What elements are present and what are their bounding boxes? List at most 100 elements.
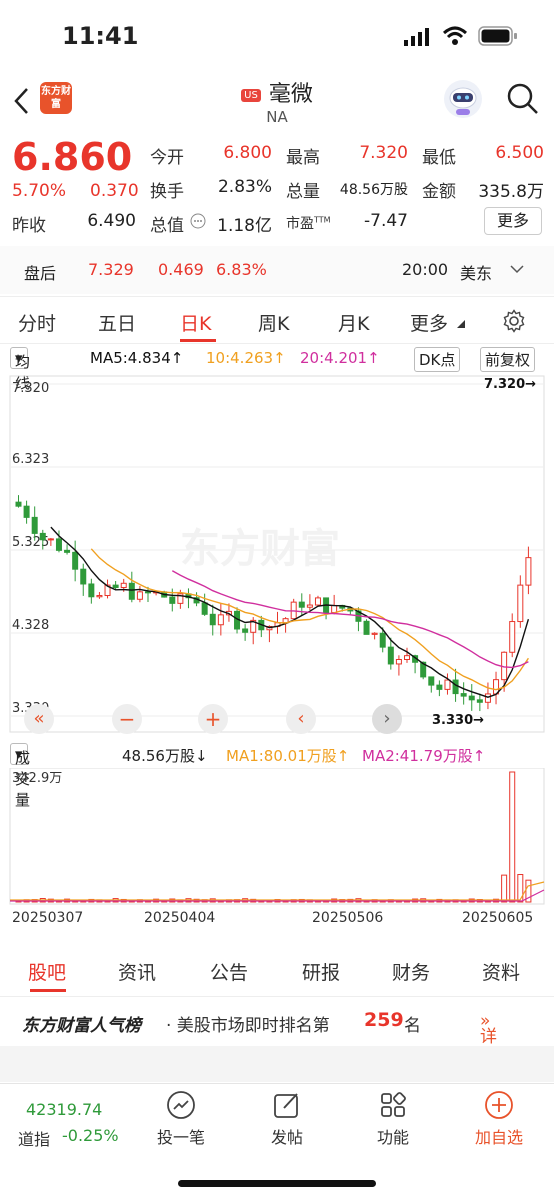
tab-five-day[interactable]: 五日 bbox=[98, 309, 136, 336]
after-change: 0.469 bbox=[158, 260, 204, 279]
rank-detail-link[interactable]: 详情 » bbox=[480, 1011, 497, 1072]
candle bbox=[331, 604, 338, 614]
pe-label: 市盈TTM bbox=[286, 215, 331, 232]
candle bbox=[96, 595, 103, 598]
info-tab-underline bbox=[30, 989, 66, 992]
tab-profile[interactable]: 资料 bbox=[482, 958, 520, 985]
vol-ma2: MA2:41.79万股↑ bbox=[362, 747, 486, 765]
tab-weekly-k[interactable]: 周K bbox=[258, 309, 289, 336]
vol-ma1: MA1:80.01万股↑ bbox=[226, 747, 350, 765]
candle bbox=[120, 582, 127, 588]
post-button[interactable]: 发帖 bbox=[242, 1090, 332, 1148]
tab-intraday[interactable]: 分时 bbox=[18, 309, 56, 336]
scroll-right-button[interactable]: › bbox=[372, 704, 402, 734]
candle bbox=[387, 646, 394, 665]
candle bbox=[509, 621, 516, 653]
y-tick-label: 4.328 bbox=[12, 618, 49, 633]
candle bbox=[242, 628, 249, 633]
scroll-left-button[interactable]: ‹ bbox=[286, 704, 316, 734]
indicator-select[interactable]: 均线 ▾ bbox=[10, 347, 30, 392]
candle bbox=[64, 549, 71, 553]
scroll-left-far-button[interactable]: « bbox=[24, 704, 54, 734]
index-change: -0.25% bbox=[62, 1126, 119, 1145]
settings-gear-icon[interactable] bbox=[502, 309, 526, 333]
candle bbox=[314, 597, 321, 606]
rank-text: · 美股市场即时排名第 bbox=[166, 1016, 330, 1036]
rank-number: 259 bbox=[364, 1009, 404, 1031]
after-price: 7.329 bbox=[88, 260, 134, 279]
adjust-button[interactable]: 前复权 bbox=[480, 347, 536, 372]
candle bbox=[306, 604, 313, 608]
popularity-rank[interactable]: 东方财富人气榜 · 美股市场即时排名第 259 名 详情 » bbox=[0, 1000, 554, 1072]
candle bbox=[468, 695, 475, 701]
ma20-value: 20:4.201↑ bbox=[300, 349, 380, 367]
min-annotation: 3.330→ bbox=[432, 713, 484, 728]
turnover-value: 2.83% bbox=[217, 177, 272, 197]
y-tick-label: 6.323 bbox=[12, 452, 49, 467]
volume-indicator-select[interactable]: 成交量 ▾ bbox=[10, 743, 30, 809]
candle bbox=[460, 693, 467, 697]
ma10-value: 10:4.263↑ bbox=[206, 349, 286, 367]
tab-guba[interactable]: 股吧 bbox=[28, 958, 66, 985]
x-tick: 20250605 bbox=[462, 910, 534, 926]
after-label: 盘后 bbox=[24, 264, 57, 283]
zoom-in-button[interactable]: + bbox=[198, 704, 228, 734]
tab-announcements[interactable]: 公告 bbox=[210, 958, 248, 985]
ma20-line bbox=[171, 570, 529, 669]
functions-button[interactable]: 功能 bbox=[348, 1090, 438, 1148]
invest-button[interactable]: 投一笔 bbox=[136, 1090, 226, 1148]
zoom-out-button[interactable]: − bbox=[112, 704, 142, 734]
index-value: 42319.74 bbox=[26, 1100, 103, 1119]
index-name[interactable]: 道指 bbox=[18, 1126, 50, 1150]
tab-news[interactable]: 资讯 bbox=[118, 958, 156, 985]
tab-monthly-k[interactable]: 月K bbox=[338, 309, 369, 336]
tab-research[interactable]: 研报 bbox=[302, 958, 340, 985]
candle bbox=[298, 601, 305, 608]
candle bbox=[15, 501, 22, 507]
after-pct: 6.83% bbox=[216, 260, 267, 279]
grid-icon bbox=[381, 1092, 406, 1117]
chevron-down-icon[interactable] bbox=[510, 264, 524, 274]
x-tick: 20250506 bbox=[312, 910, 384, 926]
volume-value: 48.56万股 bbox=[339, 182, 408, 198]
tab-finance[interactable]: 财务 bbox=[392, 958, 430, 985]
amount-label: 金额 bbox=[422, 182, 456, 202]
quote-panel: 6.860 5.70% 0.370 昨收 6.490 今开 6.800 换手 2… bbox=[0, 133, 554, 243]
kline-chart[interactable]: 7.3206.3235.3254.3283.330东方财富7.320→3.330… bbox=[0, 372, 554, 740]
tab-daily-k[interactable]: 日K bbox=[180, 309, 211, 336]
candle bbox=[47, 538, 54, 541]
candle bbox=[395, 658, 402, 665]
amount-value: 335.8万 bbox=[478, 182, 544, 202]
high-value: 7.320 bbox=[359, 143, 408, 163]
low-label: 最低 bbox=[422, 148, 456, 168]
corner-triangle-icon bbox=[457, 320, 465, 328]
vol-ma1-line bbox=[10, 881, 545, 901]
status-bar: 11:41 bbox=[0, 0, 554, 70]
stock-header: 东方财富 US 毫微 NA bbox=[0, 70, 554, 130]
high-label: 最高 bbox=[286, 148, 320, 168]
candle bbox=[476, 699, 483, 703]
search-icon[interactable] bbox=[506, 82, 540, 116]
dk-button[interactable]: DK点 bbox=[414, 347, 461, 372]
tab-more[interactable]: 更多 bbox=[410, 309, 448, 336]
wifi-icon bbox=[442, 26, 468, 45]
candle bbox=[363, 620, 370, 635]
info-dots-icon[interactable] bbox=[190, 213, 206, 229]
stock-name: 毫微 bbox=[268, 82, 313, 107]
max-annotation: 7.320→ bbox=[484, 377, 536, 392]
trend-icon bbox=[167, 1091, 195, 1119]
battery-icon bbox=[478, 26, 517, 46]
robot-avatar-icon[interactable] bbox=[442, 78, 484, 120]
volume-chart[interactable]: 342.9万 bbox=[0, 768, 554, 908]
prev-close: 6.490 bbox=[87, 211, 136, 231]
period-tabs: 分时 五日 日K 周K 月K 更多 bbox=[0, 296, 554, 344]
add-watchlist-button[interactable]: 加自选 bbox=[454, 1090, 544, 1148]
after-hours-bar[interactable]: 盘后 7.329 0.469 6.83% 20:00 美东 bbox=[0, 246, 554, 294]
candle bbox=[444, 679, 451, 690]
candle bbox=[23, 505, 30, 518]
candle bbox=[145, 591, 151, 594]
y-tick-label: 7.320 bbox=[12, 381, 49, 396]
candle bbox=[169, 596, 176, 604]
ma5-value: MA5:4.834↑ bbox=[90, 349, 184, 367]
more-button[interactable]: 更多 bbox=[484, 207, 542, 235]
